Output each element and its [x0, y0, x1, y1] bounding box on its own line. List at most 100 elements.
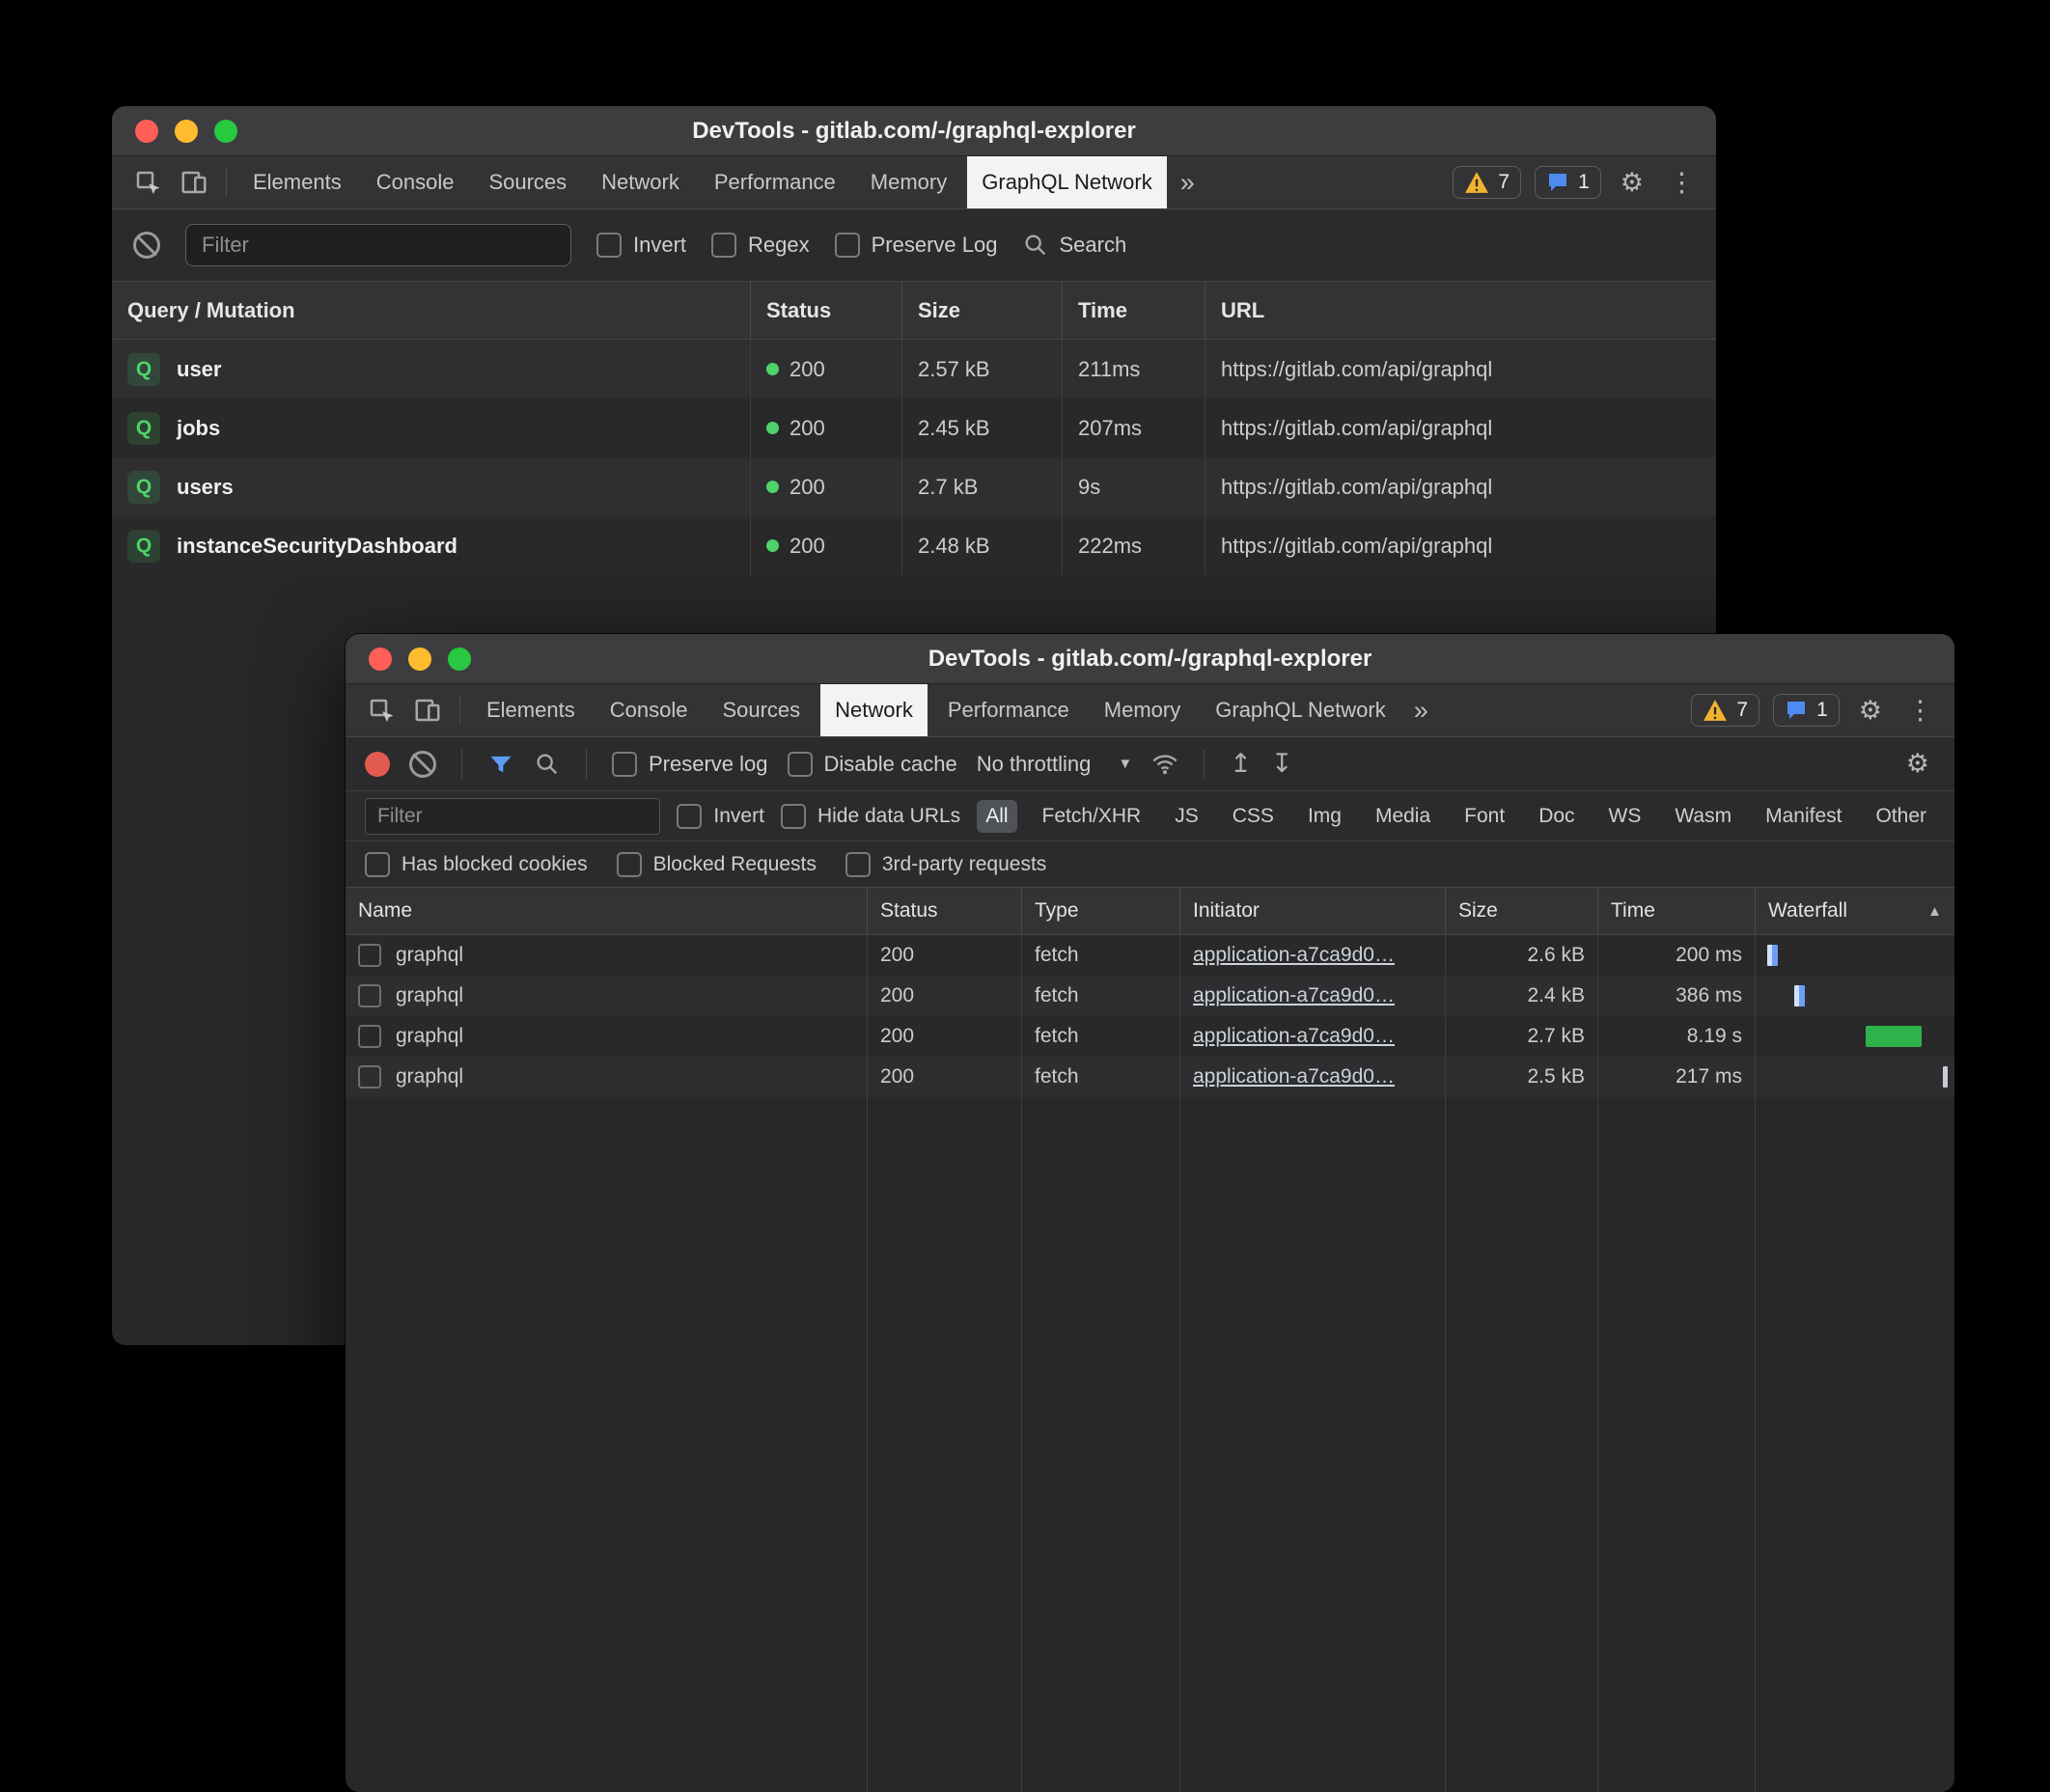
blocked-requests-checkbox[interactable]: Blocked Requests — [617, 852, 817, 877]
more-tabs-icon[interactable]: » — [1173, 168, 1203, 198]
inspect-icon[interactable] — [361, 691, 402, 730]
tab-sources[interactable]: Sources — [474, 156, 581, 208]
titlebar[interactable]: DevTools - gitlab.com/-/graphql-explorer — [112, 106, 1716, 156]
preserve-log-checkbox[interactable]: Preserve log — [612, 752, 768, 777]
titlebar[interactable]: DevTools - gitlab.com/-/graphql-explorer — [346, 634, 1954, 684]
checkbox-icon[interactable] — [617, 852, 642, 877]
filter-type-js[interactable]: JS — [1166, 800, 1207, 833]
more-tabs-icon[interactable]: » — [1406, 696, 1436, 726]
clear-icon[interactable] — [133, 232, 160, 259]
third-party-requests-checkbox[interactable]: 3rd-party requests — [845, 852, 1046, 877]
record-button[interactable] — [365, 752, 390, 777]
initiator-link[interactable]: application-a7ca9d0… — [1193, 944, 1395, 967]
filter-type-other[interactable]: Other — [1867, 800, 1935, 833]
row-checkbox[interactable] — [358, 1065, 381, 1089]
warnings-badge[interactable]: 7 — [1453, 166, 1521, 199]
tab-elements[interactable]: Elements — [238, 156, 356, 208]
filter-type-wasm[interactable]: Wasm — [1666, 800, 1740, 833]
messages-badge[interactable]: 1 — [1535, 166, 1601, 199]
network-conditions-icon[interactable] — [1151, 751, 1178, 778]
messages-badge[interactable]: 1 — [1773, 694, 1840, 727]
close-button[interactable] — [135, 120, 158, 143]
tab-sources[interactable]: Sources — [707, 684, 815, 736]
device-toolbar-icon[interactable] — [174, 163, 214, 202]
filter-type-manifest[interactable]: Manifest — [1757, 800, 1850, 833]
initiator-link[interactable]: application-a7ca9d0… — [1193, 984, 1395, 1007]
settings-gear-icon[interactable]: ⚙ — [1615, 168, 1649, 198]
column-header-type[interactable]: Type — [1022, 888, 1180, 934]
row-checkbox[interactable] — [358, 984, 381, 1007]
checkbox-icon[interactable] — [788, 752, 813, 777]
zoom-button[interactable] — [448, 648, 471, 671]
regex-checkbox[interactable]: Regex — [711, 233, 810, 258]
kebab-menu-icon[interactable]: ⋮ — [1901, 696, 1939, 726]
export-har-icon[interactable]: ↧ — [1271, 749, 1293, 779]
preserve-log-checkbox[interactable]: Preserve Log — [835, 233, 998, 258]
tab-memory[interactable]: Memory — [1090, 684, 1195, 736]
row-checkbox[interactable] — [358, 1025, 381, 1048]
settings-gear-icon[interactable]: ⚙ — [1853, 696, 1888, 726]
filter-type-media[interactable]: Media — [1367, 800, 1439, 833]
column-header-time[interactable]: Time — [1598, 888, 1756, 934]
column-header-query[interactable]: Query / Mutation — [112, 282, 751, 339]
column-header-status[interactable]: Status — [868, 888, 1022, 934]
invert-checkbox[interactable]: Invert — [677, 804, 764, 829]
filter-type-font[interactable]: Font — [1455, 800, 1513, 833]
filter-type-img[interactable]: Img — [1299, 800, 1350, 833]
tab-memory[interactable]: Memory — [856, 156, 961, 208]
checkbox-icon[interactable] — [845, 852, 871, 877]
tab-console[interactable]: Console — [362, 156, 469, 208]
inspect-icon[interactable] — [127, 163, 168, 202]
row-checkbox[interactable] — [358, 944, 381, 967]
network-settings-gear-icon[interactable]: ⚙ — [1900, 749, 1935, 779]
has-blocked-cookies-checkbox[interactable]: Has blocked cookies — [365, 852, 588, 877]
search-button[interactable]: Search — [1022, 232, 1126, 259]
filter-funnel-icon[interactable] — [487, 751, 514, 778]
tab-graphql-network[interactable]: GraphQL Network — [967, 156, 1166, 208]
filter-type-fetch-xhr[interactable]: Fetch/XHR — [1034, 800, 1150, 833]
warnings-badge[interactable]: 7 — [1691, 694, 1759, 727]
kebab-menu-icon[interactable]: ⋮ — [1663, 168, 1701, 198]
filter-input[interactable] — [365, 798, 660, 835]
zoom-button[interactable] — [214, 120, 237, 143]
column-header-name[interactable]: Name — [346, 888, 868, 934]
request-row[interactable]: graphql 200 fetch application-a7ca9d0… 2… — [346, 1016, 1954, 1057]
filter-type-ws[interactable]: WS — [1600, 800, 1650, 833]
tab-performance[interactable]: Performance — [933, 684, 1084, 736]
checkbox-icon[interactable] — [711, 233, 736, 258]
filter-input[interactable] — [185, 224, 571, 266]
column-header-initiator[interactable]: Initiator — [1180, 888, 1446, 934]
minimize-button[interactable] — [408, 648, 431, 671]
tab-performance[interactable]: Performance — [700, 156, 850, 208]
table-row[interactable]: Quser 200 2.57 kB 211ms https://gitlab.c… — [112, 340, 1716, 399]
tab-network[interactable]: Network — [587, 156, 694, 208]
request-row[interactable]: graphql 200 fetch application-a7ca9d0… 2… — [346, 935, 1954, 976]
hide-data-urls-checkbox[interactable]: Hide data URLs — [781, 804, 960, 829]
search-icon[interactable] — [534, 751, 561, 778]
checkbox-icon[interactable] — [835, 233, 860, 258]
tab-console[interactable]: Console — [596, 684, 703, 736]
checkbox-icon[interactable] — [612, 752, 637, 777]
column-header-time[interactable]: Time — [1063, 282, 1205, 339]
filter-type-all[interactable]: All — [977, 800, 1016, 833]
initiator-link[interactable]: application-a7ca9d0… — [1193, 1065, 1395, 1089]
checkbox-icon[interactable] — [781, 804, 806, 829]
minimize-button[interactable] — [175, 120, 198, 143]
table-row[interactable]: QinstanceSecurityDashboard 200 2.48 kB 2… — [112, 516, 1716, 575]
filter-type-doc[interactable]: Doc — [1530, 800, 1583, 833]
filter-type-css[interactable]: CSS — [1224, 800, 1283, 833]
request-row[interactable]: graphql 200 fetch application-a7ca9d0… 2… — [346, 976, 1954, 1016]
tab-network[interactable]: Network — [820, 684, 928, 736]
clear-icon[interactable] — [409, 751, 436, 778]
initiator-link[interactable]: application-a7ca9d0… — [1193, 1025, 1395, 1048]
disable-cache-checkbox[interactable]: Disable cache — [788, 752, 957, 777]
checkbox-icon[interactable] — [596, 233, 622, 258]
checkbox-icon[interactable] — [365, 852, 390, 877]
column-header-size[interactable]: Size — [1446, 888, 1598, 934]
column-header-waterfall[interactable]: Waterfall ▲ — [1756, 888, 1954, 934]
checkbox-icon[interactable] — [677, 804, 702, 829]
invert-checkbox[interactable]: Invert — [596, 233, 686, 258]
import-har-icon[interactable]: ↥ — [1230, 749, 1252, 779]
column-header-size[interactable]: Size — [902, 282, 1063, 339]
throttling-select[interactable]: No throttling ▼ — [977, 752, 1132, 777]
